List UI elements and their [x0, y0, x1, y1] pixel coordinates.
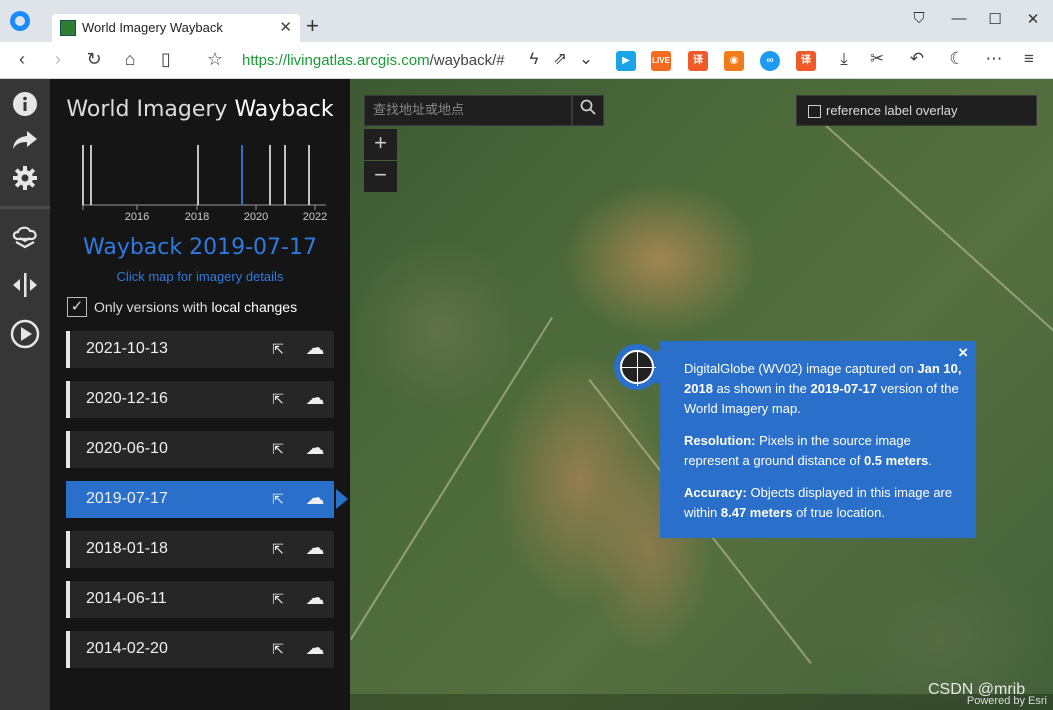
- new-tab-button[interactable]: +: [306, 14, 319, 38]
- zoom-out-button[interactable]: −: [364, 161, 397, 192]
- popup-capture-info: DigitalGlobe (WV02) image captured on Ja…: [684, 361, 962, 416]
- cloud-download-icon[interactable]: ☁: [302, 437, 328, 461]
- open-external-icon[interactable]: ⇱: [269, 340, 287, 358]
- game-extension-icon[interactable]: ◉: [724, 51, 744, 71]
- powered-by-esri[interactable]: Powered by Esri: [967, 695, 1047, 707]
- browser-titlebar: World Imagery Wayback ✕ + ⛉ — ☐ ✕: [0, 0, 1053, 42]
- menu-icon[interactable]: ≡: [1018, 49, 1040, 69]
- release-item[interactable]: 2014-06-11 ⇱ ☁: [66, 581, 334, 618]
- tab-title: World Imagery Wayback: [82, 20, 223, 35]
- reference-label-text: reference label overlay: [826, 103, 958, 118]
- tab-close-icon[interactable]: ✕: [279, 18, 292, 36]
- back-arrow-icon[interactable]: ‹: [10, 49, 34, 70]
- release-item-selected[interactable]: 2019-07-17 ⇱ ☁: [66, 481, 348, 518]
- app-toolbar: [0, 79, 50, 710]
- release-item[interactable]: 2018-01-18 ⇱ ☁: [66, 531, 334, 568]
- search-box: [364, 95, 573, 126]
- open-external-icon[interactable]: ⇱: [269, 390, 287, 408]
- selected-release-title: Wayback 2019-07-17: [83, 235, 317, 260]
- share-arrow-icon[interactable]: [10, 129, 40, 159]
- release-date: 2014-02-20: [86, 640, 168, 657]
- browser-addressbar: ‹ › ↻ ⌂ ▯ ☆ https://livingatlas.arcgis.c…: [0, 42, 1053, 79]
- more-dots-icon[interactable]: ⋯: [983, 49, 1005, 69]
- release-date: 2020-12-16: [86, 390, 168, 407]
- open-external-icon[interactable]: ⇱: [269, 640, 287, 658]
- release-item[interactable]: 2021-10-13 ⇱ ☁: [66, 331, 334, 368]
- open-external-icon[interactable]: ⇱: [269, 490, 287, 508]
- globe-favicon-icon: [60, 20, 76, 36]
- download-icon[interactable]: ⤓: [833, 49, 855, 69]
- translate-extension-icon[interactable]: 译: [688, 51, 708, 71]
- home-icon[interactable]: ⌂: [118, 49, 142, 70]
- release-item[interactable]: 2020-06-10 ⇱ ☁: [66, 431, 334, 468]
- crosshair-locator-icon: [614, 344, 660, 390]
- release-item[interactable]: 2014-02-20 ⇱ ☁: [66, 631, 334, 668]
- dropdown-chevron-icon[interactable]: ⌄: [575, 49, 597, 69]
- release-item[interactable]: 2020-12-16 ⇱ ☁: [66, 381, 334, 418]
- map-road: [818, 119, 1053, 335]
- timeline-year-label: 2022: [303, 211, 327, 223]
- search-input[interactable]: [365, 96, 573, 125]
- local-changes-checkbox[interactable]: ✓: [67, 297, 87, 317]
- open-external-icon[interactable]: ⇱: [269, 540, 287, 558]
- timeline-year-label: 2020: [244, 211, 268, 223]
- bookmark-star-icon[interactable]: ☆: [203, 49, 227, 70]
- undo-icon[interactable]: ↶: [906, 49, 928, 69]
- release-date: 2021-10-13: [86, 340, 168, 357]
- local-changes-label: Only versions with local changes: [94, 299, 298, 315]
- open-external-icon[interactable]: ⇱: [269, 590, 287, 608]
- toolbar-divider: [0, 206, 50, 209]
- release-date: 2018-01-18: [86, 540, 168, 557]
- night-mode-icon[interactable]: ☾: [946, 49, 968, 69]
- maximize-button[interactable]: ☐: [980, 10, 1010, 28]
- close-window-button[interactable]: ✕: [1018, 10, 1048, 28]
- popup-accuracy-info: Accuracy: Objects displayed in this imag…: [684, 485, 953, 520]
- cloud-download-icon[interactable]: ☁: [302, 337, 328, 361]
- gear-icon[interactable]: [10, 165, 40, 195]
- reload-icon[interactable]: ↻: [82, 49, 106, 70]
- play-animation-icon[interactable]: [10, 319, 40, 349]
- zoom-in-button[interactable]: +: [364, 129, 397, 160]
- release-date: 2020-06-10: [86, 440, 168, 457]
- release-date: 2019-07-17: [86, 490, 168, 507]
- translate2-extension-icon[interactable]: 译: [796, 51, 816, 71]
- reader-book-icon[interactable]: ▯: [154, 49, 178, 70]
- address-url[interactable]: https://livingatlas.arcgis.com/wayback/#: [242, 52, 505, 69]
- scissors-icon[interactable]: ✂: [866, 49, 888, 69]
- browser-logo-icon[interactable]: [10, 11, 30, 31]
- info-icon[interactable]: [10, 91, 40, 121]
- popup-resolution-info: Resolution: Pixels in the source image r…: [684, 433, 932, 468]
- live-extension-icon[interactable]: LIVE: [651, 51, 671, 71]
- reference-label-checkbox[interactable]: [808, 105, 821, 118]
- reference-label-toggle[interactable]: reference label overlay: [796, 95, 1037, 126]
- share-icon[interactable]: ⇗: [549, 49, 571, 69]
- release-timeline[interactable]: 2016 2018 2020 2022: [80, 143, 328, 223]
- search-icon[interactable]: [572, 95, 604, 126]
- map-road: [350, 316, 554, 641]
- cloud-download-icon[interactable]: ☁: [302, 387, 328, 411]
- layers-cloud-icon[interactable]: [10, 225, 40, 255]
- minimize-button[interactable]: —: [944, 10, 974, 27]
- cloud-download-icon[interactable]: ☁: [302, 537, 328, 561]
- satellite-map[interactable]: + − reference label overlay × DigitalGlo…: [350, 79, 1053, 710]
- click-map-hint: Click map for imagery details: [116, 269, 284, 284]
- wayback-panel: World Imagery Wayback 2016 2018 2020 202…: [50, 79, 350, 710]
- cloud-download-icon[interactable]: ☁: [302, 637, 328, 661]
- open-external-icon[interactable]: ⇱: [269, 440, 287, 458]
- timeline-year-label: 2018: [185, 211, 209, 223]
- cloud-download-icon[interactable]: ☁: [302, 587, 328, 611]
- forward-arrow-icon[interactable]: ›: [46, 49, 70, 70]
- app-title: World Imagery Wayback: [66, 97, 334, 122]
- shirt-skin-icon[interactable]: ⛉: [904, 10, 934, 27]
- imagery-details-popup: × DigitalGlobe (WV02) image captured on …: [660, 341, 976, 538]
- video-extension-icon[interactable]: ▶: [616, 51, 636, 71]
- release-date: 2014-06-11: [86, 590, 167, 607]
- browser-tab[interactable]: World Imagery Wayback ✕: [52, 14, 300, 42]
- swipe-compare-icon[interactable]: [10, 272, 40, 302]
- lightning-icon[interactable]: ϟ: [523, 49, 545, 69]
- timeline-year-label: 2016: [125, 211, 149, 223]
- cloud-download-icon[interactable]: ☁: [302, 487, 328, 511]
- infinity-extension-icon[interactable]: ∞: [760, 51, 780, 71]
